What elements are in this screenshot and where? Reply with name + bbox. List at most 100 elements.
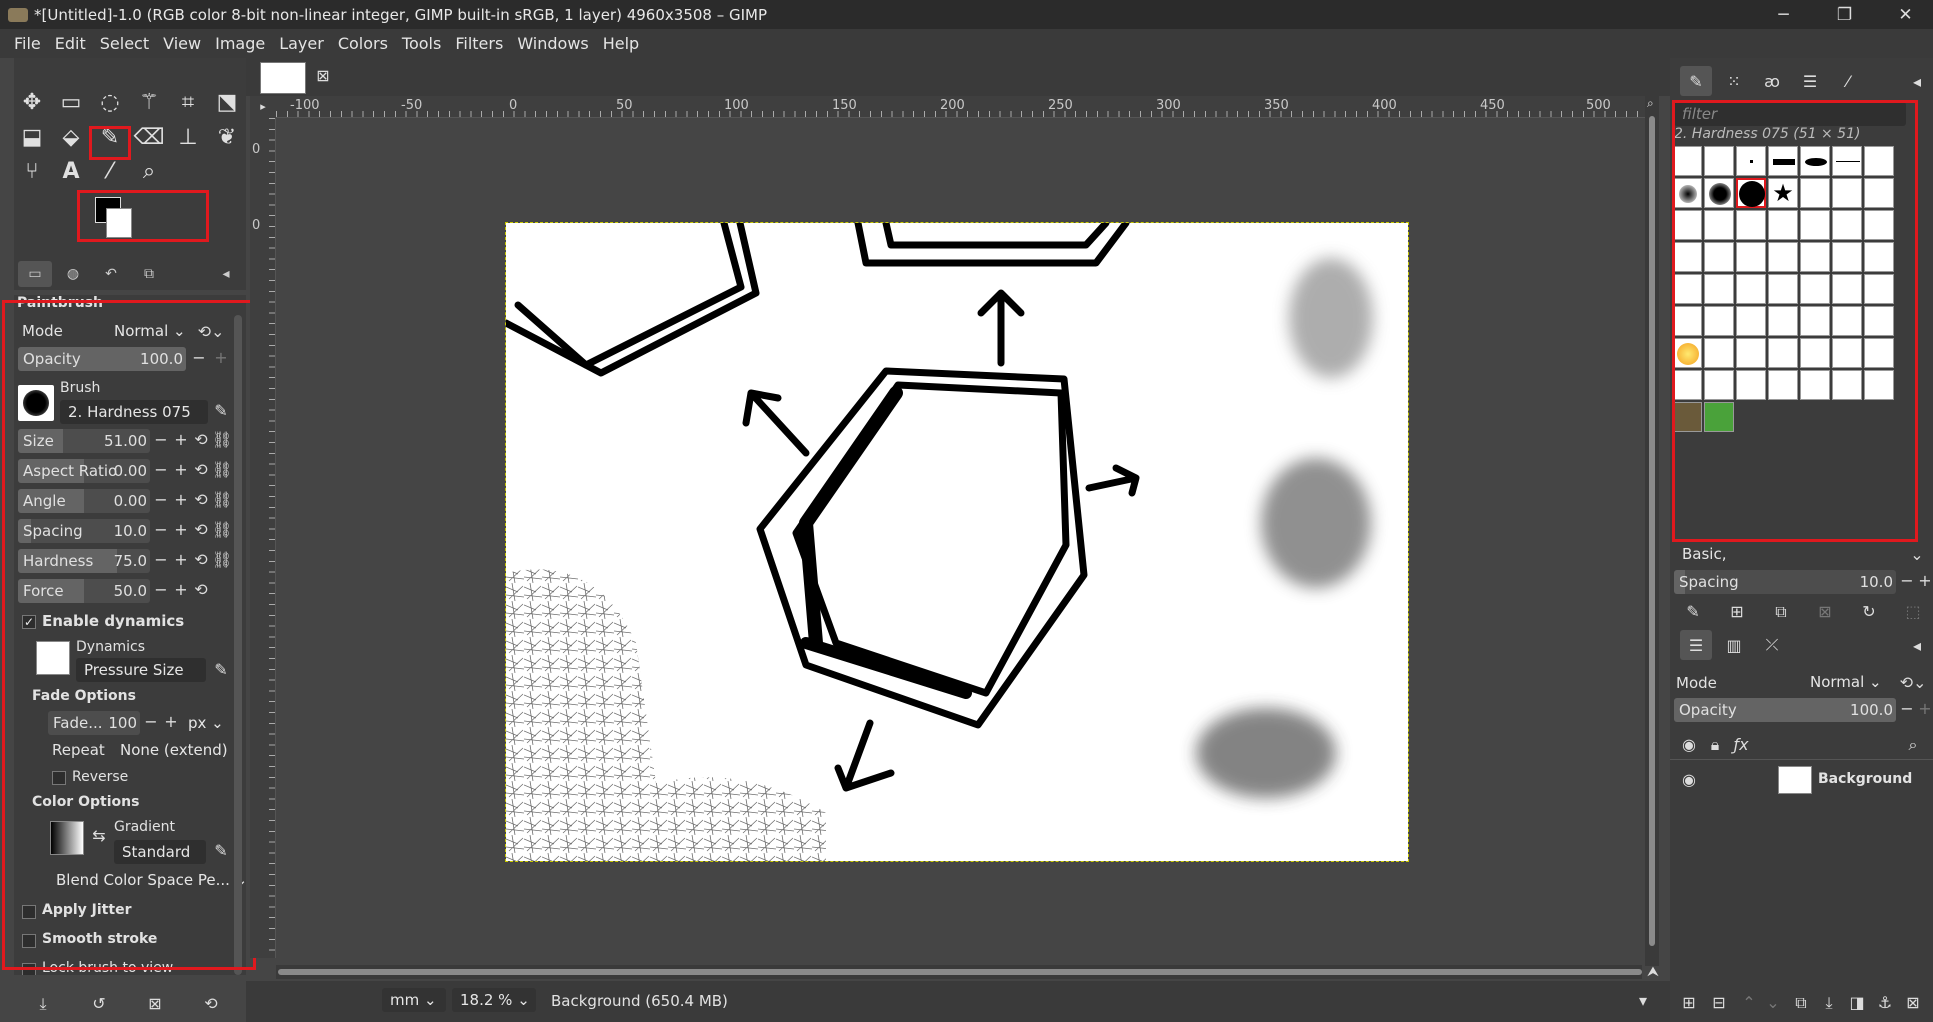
menu-help[interactable]: Help bbox=[603, 34, 639, 53]
zoom-image-toggle-icon[interactable]: ⌕ bbox=[1647, 96, 1659, 114]
effects-header-icon[interactable]: ƒx bbox=[1732, 735, 1750, 755]
brush-spacing-minus-icon[interactable]: − bbox=[1898, 571, 1916, 591]
unit-dropdown[interactable]: mm ⌄ bbox=[382, 988, 446, 1012]
layer-visibility-icon[interactable]: ◉ bbox=[1680, 770, 1698, 790]
layer-row[interactable]: ◉ Background bbox=[1670, 762, 1933, 798]
images-tab-icon[interactable]: ⧉ bbox=[132, 261, 166, 287]
right-dock: ✎ ⁙ ꜵ ☰ ⁄ ◂ filter 2. Hardness 075 (51 ×… bbox=[1670, 58, 1933, 1022]
bucket-fill-tool-icon[interactable]: ⬙ bbox=[53, 120, 89, 154]
delete-options-icon[interactable]: ⊠ bbox=[146, 994, 164, 1014]
horizontal-scrollbar[interactable] bbox=[276, 965, 1642, 979]
duplicate-brush-icon[interactable]: ⧉ bbox=[1772, 602, 1790, 622]
save-options-icon[interactable]: ⤓ bbox=[34, 994, 52, 1014]
reset-options-icon[interactable]: ⟲ bbox=[202, 994, 220, 1014]
restore-options-icon[interactable]: ↺ bbox=[90, 994, 108, 1014]
layer-name: Background bbox=[1818, 771, 1913, 787]
navigate-icon[interactable]: ⮝ bbox=[1647, 964, 1661, 982]
device-status-tab-icon[interactable]: ◍ bbox=[56, 261, 90, 287]
delete-layer-icon[interactable]: ⊠ bbox=[1904, 993, 1922, 1013]
layer-opacity-minus-icon[interactable]: − bbox=[1898, 699, 1916, 719]
rect-select-tool-icon[interactable]: ▭ bbox=[53, 85, 89, 119]
maximize-button[interactable]: ❐ bbox=[1817, 0, 1872, 29]
new-layer-icon[interactable]: ⊞ bbox=[1680, 993, 1698, 1013]
status-info: Background (650.4 MB) bbox=[551, 992, 728, 1010]
brushes-tab-icon[interactable]: ✎ bbox=[1680, 66, 1712, 96]
menu-layer[interactable]: Layer bbox=[279, 34, 324, 53]
visibility-header-icon[interactable]: ◉ bbox=[1680, 735, 1698, 755]
menu-image[interactable]: Image bbox=[215, 34, 265, 53]
image-canvas[interactable] bbox=[502, 219, 1409, 862]
lock-header-icon[interactable]: 🔒︎ bbox=[1706, 735, 1724, 755]
refresh-brushes-icon[interactable]: ↻ bbox=[1860, 602, 1878, 622]
paint-dynamics-tab-icon[interactable]: ⁄ bbox=[1832, 66, 1864, 96]
dock-menu-icon[interactable]: ◂ bbox=[214, 261, 238, 287]
document-history-tab-icon[interactable]: ☰ bbox=[1794, 66, 1826, 96]
layer-opacity-slider[interactable]: Opacity 100.0 bbox=[1674, 698, 1896, 722]
delete-brush-icon[interactable]: ⊠ bbox=[1816, 602, 1834, 622]
layer-opacity-plus-icon[interactable]: + bbox=[1916, 699, 1933, 719]
brush-preset-dropdown[interactable]: Basic, bbox=[1674, 542, 1926, 566]
fuzzy-select-tool-icon[interactable]: ⚚ bbox=[131, 85, 167, 119]
open-brush-icon[interactable]: ⬚ bbox=[1904, 602, 1922, 622]
image-thumbnail-tab[interactable] bbox=[260, 62, 306, 94]
close-button[interactable]: ✕ bbox=[1878, 0, 1933, 29]
quick-mask-toggle-icon[interactable]: ▸ bbox=[250, 96, 276, 118]
brushes-dock-menu-icon[interactable]: ◂ bbox=[1906, 66, 1928, 96]
menu-tools[interactable]: Tools bbox=[402, 34, 441, 53]
text-tool-icon[interactable]: A bbox=[53, 154, 89, 188]
gimp-logo-icon bbox=[8, 7, 28, 22]
brush-spacing-plus-icon[interactable]: + bbox=[1916, 571, 1933, 591]
smudge-tool-icon[interactable]: ❦ bbox=[209, 120, 245, 154]
minimize-button[interactable]: ─ bbox=[1756, 0, 1811, 29]
new-layer-group-icon[interactable]: ⊟ bbox=[1710, 993, 1728, 1013]
dock-tab-row: ▭ ◍ ↶ ⧉ ◂ bbox=[14, 258, 246, 288]
layer-opacity-label: Opacity bbox=[1679, 701, 1737, 719]
brush-spacing-slider[interactable]: Spacing 10.0 bbox=[1674, 570, 1896, 594]
brush-spacing-value: 10.0 bbox=[1859, 573, 1893, 591]
brush-preset-value: Basic, bbox=[1682, 545, 1727, 563]
channels-tab-icon[interactable]: ▥ bbox=[1718, 630, 1750, 660]
patterns-tab-icon[interactable]: ⁙ bbox=[1718, 66, 1750, 96]
toolbox: ✥ ▭ ◌ ⚚ ⌗ ⬔ ⬓ ⬙ ✎ ⌫ ⊥ ❦ ⑂ A ⁄ ⌕ bbox=[14, 58, 246, 290]
merge-layer-icon[interactable]: ⤓ bbox=[1820, 993, 1838, 1013]
layer-mask-icon[interactable]: ◨ bbox=[1848, 993, 1866, 1013]
new-brush-icon[interactable]: ⊞ bbox=[1728, 602, 1746, 622]
menu-view[interactable]: View bbox=[163, 34, 201, 53]
layer-mode-dropdown[interactable]: Normal ⌄ bbox=[1802, 670, 1894, 694]
anchor-layer-icon[interactable]: ⚓︎ bbox=[1876, 993, 1894, 1013]
raise-layer-icon[interactable]: ⌃ bbox=[1740, 993, 1758, 1013]
duplicate-layer-icon[interactable]: ⧉ bbox=[1792, 993, 1810, 1013]
layer-search-icon[interactable]: ⌕ bbox=[1904, 735, 1922, 755]
status-menu-icon[interactable]: ▾ bbox=[1634, 991, 1652, 1011]
fonts-tab-icon[interactable]: ꜵ bbox=[1756, 66, 1788, 96]
edit-brush-action-icon[interactable]: ✎ bbox=[1684, 602, 1702, 622]
menu-colors[interactable]: Colors bbox=[338, 34, 388, 53]
zoom-field[interactable]: 18.2 % ⌄ bbox=[452, 988, 536, 1012]
paths-tool-icon[interactable]: ⑂ bbox=[14, 154, 50, 188]
zoom-tool-icon[interactable]: ⌕ bbox=[131, 154, 167, 188]
move-tool-icon[interactable]: ✥ bbox=[14, 85, 50, 119]
vertical-scrollbar[interactable] bbox=[1645, 96, 1659, 966]
layer-mode-reset-icon[interactable]: ⟲⌄ bbox=[1898, 673, 1928, 693]
layers-dock-menu-icon[interactable]: ◂ bbox=[1906, 630, 1928, 660]
crop-tool-icon[interactable]: ⌗ bbox=[170, 85, 206, 119]
tool-options-tab-icon[interactable]: ▭ bbox=[18, 261, 52, 287]
clone-tool-icon[interactable]: ⊥ bbox=[170, 120, 206, 154]
lower-layer-icon[interactable]: ⌄ bbox=[1764, 993, 1782, 1013]
title-bar: *[Untitled]-1.0 (RGB color 8-bit non-lin… bbox=[0, 0, 1933, 29]
paths-tab-icon[interactable]: ⤫ bbox=[1756, 630, 1788, 660]
warp-tool-icon[interactable]: ⬓ bbox=[14, 120, 50, 154]
close-image-tab-icon[interactable]: ⊠ bbox=[314, 66, 332, 86]
undo-history-tab-icon[interactable]: ↶ bbox=[94, 261, 128, 287]
eraser-tool-icon[interactable]: ⌫ bbox=[131, 120, 167, 154]
transform-tool-icon[interactable]: ⬔ bbox=[209, 85, 245, 119]
horizontal-ruler: -100 -50 0 50 100 150 200 250 300 350 40… bbox=[276, 96, 1650, 118]
menu-file[interactable]: File bbox=[14, 34, 41, 53]
preset-dropdown-chevron-icon[interactable]: ⌄ bbox=[1908, 545, 1926, 565]
layers-tab-icon[interactable]: ☰ bbox=[1680, 630, 1712, 660]
menu-select[interactable]: Select bbox=[100, 34, 149, 53]
menu-windows[interactable]: Windows bbox=[517, 34, 588, 53]
menu-filters[interactable]: Filters bbox=[455, 34, 503, 53]
lasso-tool-icon[interactable]: ◌ bbox=[92, 85, 128, 119]
menu-edit[interactable]: Edit bbox=[55, 34, 86, 53]
